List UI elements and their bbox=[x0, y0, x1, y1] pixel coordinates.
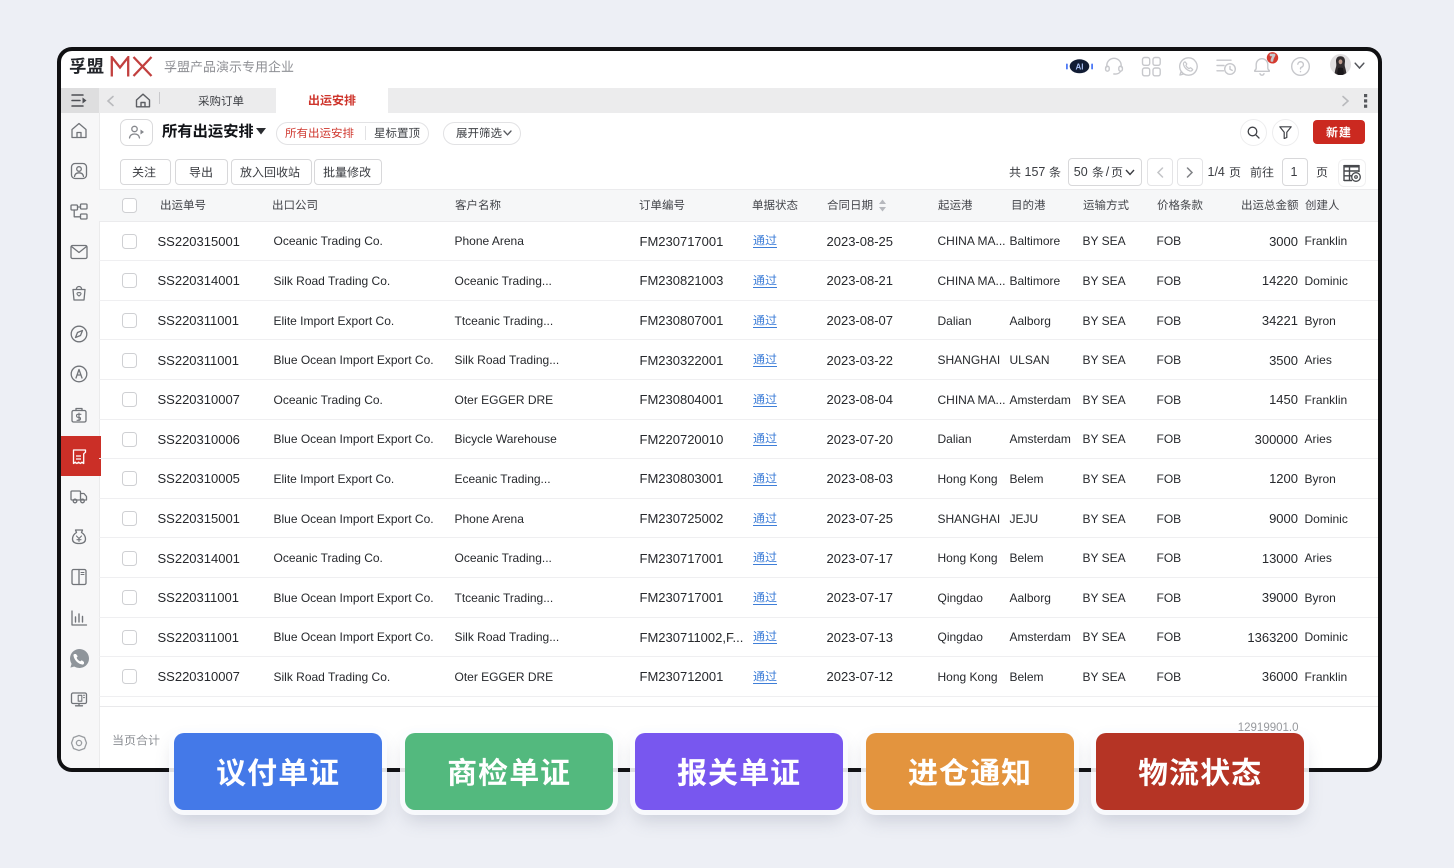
svg-text:7: 7 bbox=[1269, 53, 1274, 63]
svg-text:AI: AI bbox=[1075, 62, 1083, 71]
